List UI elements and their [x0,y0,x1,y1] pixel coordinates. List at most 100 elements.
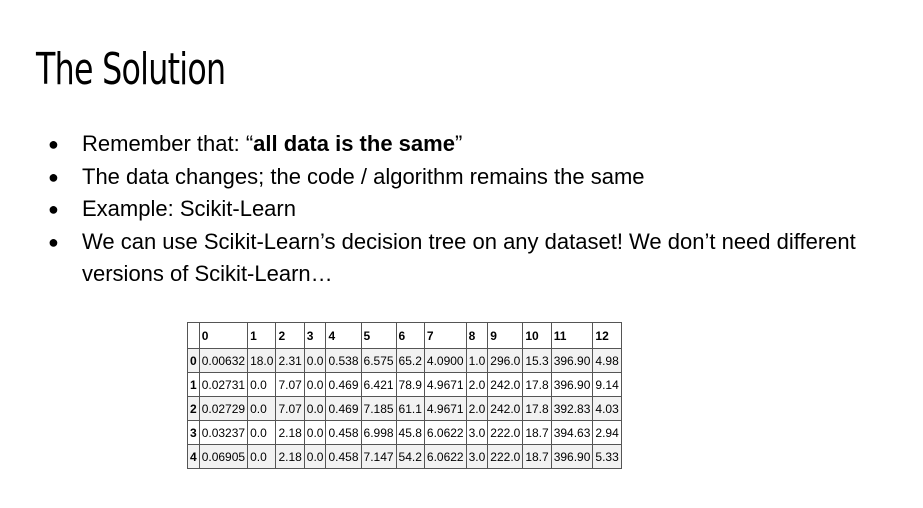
bullet-dot-icon: ● [48,134,59,154]
table-cell: 296.0 [487,348,524,373]
bullet-item: ● The data changes; the code / algorithm… [48,161,898,194]
row-index-cell: 3 [187,420,200,445]
bullet-dot-icon: ● [48,199,59,219]
table-cell: 5.33 [592,444,622,469]
bullet-item: ● Remember that: “all data is the same” [48,128,898,161]
row-index-cell: 0 [187,348,200,373]
table-cell: 6.0622 [423,444,467,469]
table-cell: 396.90 [550,348,594,373]
table-cell: 78.9 [395,372,425,397]
table-row: 2 0.02729 0.0 7.07 0.0 0.469 7.185 61.1 4.9671 2.… [187,396,622,421]
dataset-table-wrapper: 0 1 2 3 4 5 6 7 8 9 10 11 12 0 0.00632 18.… [187,322,622,469]
table-cell: 0.0 [247,372,277,397]
bullet-dot-icon: ● [48,231,59,252]
table-cell: 2.18 [275,420,305,445]
table-header-cell: 2 [275,322,305,349]
table-cell: 0.0 [247,396,277,421]
table-cell: 0.0 [247,444,277,469]
table-cell: 0.06905 [198,444,249,469]
table-cell: 396.90 [550,372,594,397]
bullet-list: ● Remember that: “all data is the same” … [48,128,898,291]
table-header-cell: 6 [395,322,425,349]
bullet-item: ● Example: Scikit-Learn [48,193,898,226]
table-cell: 0.03237 [198,420,249,445]
table-cell: 18.7 [522,420,552,445]
dataset-table: 0 1 2 3 4 5 6 7 8 9 10 11 12 0 0.00632 18.… [187,322,622,469]
table-cell: 392.83 [550,396,594,421]
bullet-dot-icon: ● [48,166,59,187]
table-cell: 7.07 [275,372,305,397]
table-row: 1 0.02731 0.0 7.07 0.0 0.469 6.421 78.9 4.9671 2.… [187,372,622,397]
table-row: 0 0.00632 18.0 2.31 0.0 0.538 6.575 65.2 4.0900 1… [187,348,622,373]
table-cell: 2.94 [592,420,622,445]
table-cell: 4.9671 [423,372,467,397]
table-cell: 7.147 [360,444,397,469]
table-cell: 242.0 [487,372,524,397]
bullet-text-bold: all data is the same [253,131,455,156]
bullet-text: Example: Scikit-Learn [82,196,296,221]
table-cell: 54.2 [395,444,425,469]
table-cell: 222.0 [487,420,524,445]
table-header-row: 0 1 2 3 4 5 6 7 8 9 10 11 12 [187,322,622,349]
row-index-cell: 4 [187,444,200,469]
table-cell: 6.998 [360,420,397,445]
table-cell: 0.00632 [198,348,249,373]
table-cell: 0.538 [325,348,362,373]
table-cell: 0.0 [303,444,327,469]
table-cell: 4.03 [592,396,622,421]
bullet-text: We can use Scikit-Learn’s decision tree … [82,228,856,287]
table-cell: 0.0 [303,420,327,445]
row-index-cell: 1 [187,372,200,397]
table-header-cell: 8 [465,322,489,349]
table-row: 4 0.06905 0.0 2.18 0.0 0.458 7.147 54.2 6.0622 3.… [187,444,622,469]
table-cell: 0.02731 [198,372,249,397]
table-header-cell: 7 [423,322,467,349]
table-header-cell: 4 [325,322,362,349]
bullet-item: ● We can use Scikit-Learn’s decision tre… [48,226,898,291]
table-cell: 2.31 [275,348,305,373]
table-cell: 0.02729 [198,396,249,421]
table-cell: 222.0 [487,444,524,469]
table-cell: 242.0 [487,396,524,421]
table-cell: 0.458 [325,444,362,469]
table-cell: 0.0 [303,372,327,397]
table-cell: 6.575 [360,348,397,373]
table-cell: 17.8 [522,372,552,397]
table-cell: 0.0 [303,396,327,421]
table-cell: 3.0 [465,420,489,445]
table-cell: 0.458 [325,420,362,445]
table-cell: 4.98 [592,348,622,373]
table-cell: 15.3 [522,348,552,373]
table-cell: 2.0 [465,396,489,421]
table-cell: 396.90 [550,444,594,469]
table-header-cell: 12 [592,322,622,349]
bullet-text-prefix: Remember that: “ [82,131,254,156]
table-cell: 61.1 [395,396,425,421]
table-header-cell: 1 [247,322,277,349]
table-cell: 9.14 [592,372,622,397]
bullet-text: The data changes; the code / algorithm r… [82,163,645,189]
table-cell: 394.63 [550,420,594,445]
table-cell: 0.469 [325,396,362,421]
table-cell: 0.0 [303,348,327,373]
row-index-cell: 2 [187,396,200,421]
table-cell: 6.0622 [423,420,467,445]
table-header-cell: 11 [550,322,594,349]
table-cell: 18.0 [247,348,277,373]
table-header-cell: 3 [303,322,327,349]
table-cell: 7.185 [360,396,397,421]
table-cell: 65.2 [395,348,425,373]
table-cell: 6.421 [360,372,397,397]
table-cell: 3.0 [465,444,489,469]
table-cell: 45.8 [395,420,425,445]
table-header-cell [187,322,200,349]
table-header-cell: 0 [198,322,249,349]
table-cell: 1.0 [465,348,489,373]
slide-title: The Solution [36,44,226,95]
table-cell: 2.18 [275,444,305,469]
table-cell: 0.0 [247,420,277,445]
table-cell: 4.0900 [423,348,467,373]
table-cell: 4.9671 [423,396,467,421]
table-header-cell: 5 [360,322,397,349]
table-header-cell: 9 [487,322,524,349]
